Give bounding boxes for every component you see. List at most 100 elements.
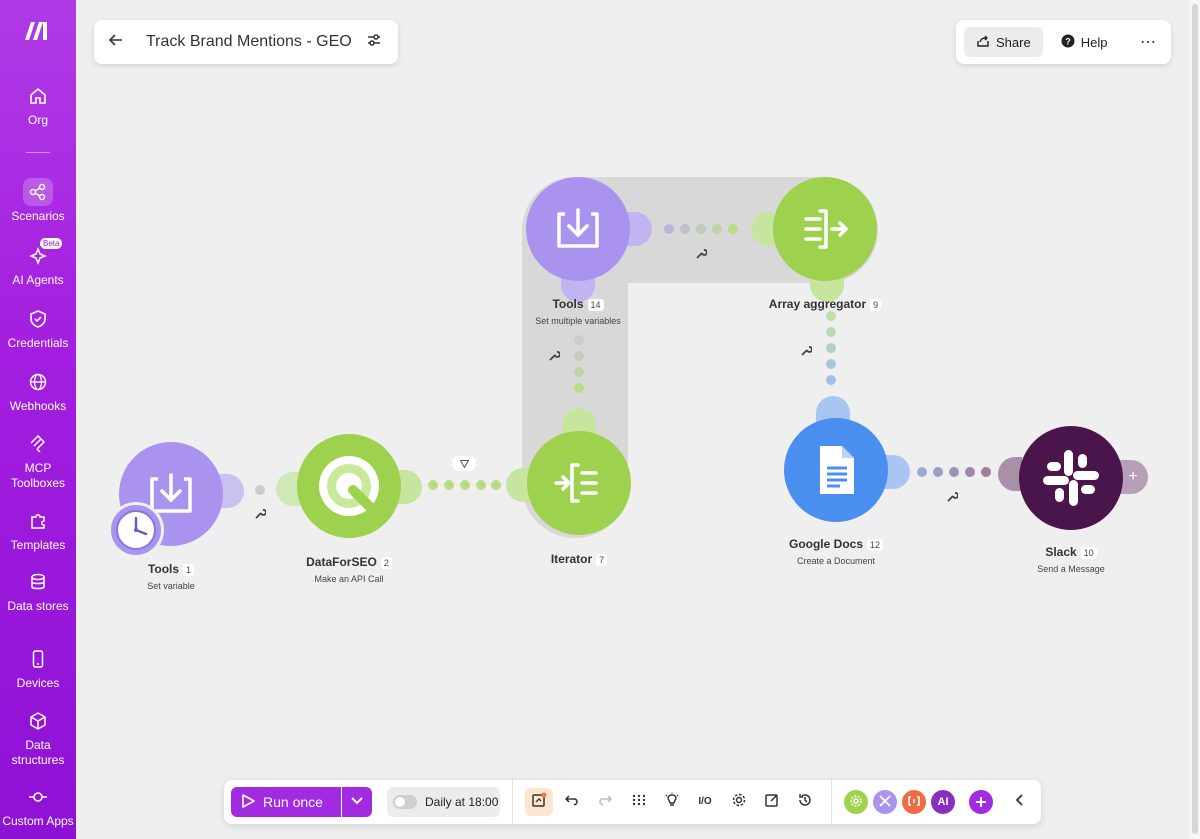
app-ai-button[interactable]: AI bbox=[931, 790, 955, 814]
google-docs-icon bbox=[820, 446, 854, 494]
module-google-docs[interactable] bbox=[784, 418, 888, 522]
module-number: 10 bbox=[1080, 547, 1097, 559]
history-icon bbox=[797, 792, 813, 813]
module-array-aggregator[interactable] bbox=[773, 177, 877, 281]
scenario-connections bbox=[522, 177, 878, 547]
app-tools-button[interactable] bbox=[844, 790, 868, 814]
run-once-button[interactable]: Run once bbox=[231, 787, 341, 817]
module-label: Slack 10 bbox=[1001, 545, 1141, 559]
chevron-left-icon bbox=[1014, 793, 1024, 812]
link-dot bbox=[574, 367, 584, 377]
io-icon: I/O bbox=[696, 793, 714, 812]
io-button[interactable]: I/O bbox=[691, 788, 719, 816]
app-flow-control-button[interactable] bbox=[873, 790, 897, 814]
module-sub: Set multiple variables bbox=[535, 316, 621, 326]
wrench-icon[interactable] bbox=[946, 490, 959, 508]
link-dot bbox=[460, 480, 470, 490]
slack-logo-icon bbox=[1043, 450, 1099, 506]
edit-notes-button[interactable] bbox=[758, 788, 786, 816]
share-icon bbox=[976, 34, 990, 51]
grid-dots-icon bbox=[631, 792, 647, 813]
run-options-dropdown[interactable] bbox=[342, 787, 372, 817]
bottom-toolbar: Run once Daily at 18:00 I/O AI bbox=[224, 780, 1041, 824]
module-sub: Send a Message bbox=[1037, 564, 1105, 574]
module-label: Array aggregator 9 bbox=[755, 297, 895, 311]
module-dataforseo[interactable] bbox=[297, 434, 401, 538]
history-button[interactable] bbox=[791, 788, 819, 816]
link-dot bbox=[664, 224, 674, 234]
help-button[interactable]: ? Help bbox=[1053, 27, 1116, 57]
module-number: 7 bbox=[596, 554, 608, 566]
app-text-parser-button[interactable] bbox=[902, 790, 926, 814]
module-sub: Make an API Call bbox=[314, 574, 384, 584]
link-dot bbox=[712, 224, 722, 234]
wrench-icon[interactable] bbox=[695, 247, 708, 265]
scenario-settings-button[interactable] bbox=[725, 788, 753, 816]
share-button[interactable]: Share bbox=[964, 27, 1043, 57]
link-dot bbox=[574, 335, 584, 345]
download-box-icon bbox=[557, 208, 599, 248]
chevron-down-icon bbox=[350, 793, 364, 811]
play-icon bbox=[241, 793, 255, 811]
link-dot bbox=[826, 343, 836, 353]
sliders-icon[interactable] bbox=[366, 32, 382, 53]
module-number: 12 bbox=[867, 539, 884, 551]
wrench-icon[interactable] bbox=[254, 507, 267, 525]
add-app-button[interactable] bbox=[969, 790, 993, 814]
link-dot bbox=[680, 224, 690, 234]
dataforseo-logo-icon bbox=[319, 456, 379, 516]
module-slack[interactable] bbox=[1019, 426, 1123, 530]
link-dot bbox=[826, 327, 836, 337]
collapse-toolbar-button[interactable] bbox=[1005, 788, 1033, 816]
redo-button[interactable] bbox=[591, 788, 619, 816]
link-dot bbox=[728, 224, 738, 234]
lightbulb-icon bbox=[664, 792, 680, 813]
module-label: Google Docs 12 bbox=[766, 537, 906, 551]
tools-cross-icon bbox=[878, 794, 892, 811]
brackets-icon bbox=[907, 794, 921, 811]
link-dot bbox=[444, 480, 454, 490]
scenario-title[interactable]: Track Brand Mentions - GEO bbox=[146, 33, 352, 51]
undo-icon bbox=[564, 792, 580, 813]
schedule-label: Daily at 18:00 bbox=[425, 795, 499, 809]
module-iterator[interactable] bbox=[527, 431, 631, 535]
auto-align-button[interactable] bbox=[625, 788, 653, 816]
link-dot bbox=[696, 224, 706, 234]
back-arrow-icon[interactable] bbox=[108, 32, 128, 53]
module-label: Tools 14 bbox=[508, 297, 648, 311]
module-tools-14[interactable] bbox=[526, 177, 630, 281]
filter-icon[interactable] bbox=[452, 456, 476, 471]
link-dot bbox=[574, 383, 584, 393]
schedule-toggle[interactable]: Daily at 18:00 bbox=[387, 787, 500, 817]
plus-icon bbox=[975, 792, 987, 813]
explain-flow-button[interactable] bbox=[658, 788, 686, 816]
more-options-icon[interactable]: ⋯ bbox=[1140, 32, 1157, 52]
link-dot bbox=[255, 485, 265, 495]
wrench-icon[interactable] bbox=[800, 344, 813, 362]
edit-icon bbox=[764, 792, 780, 813]
link-dot bbox=[949, 467, 959, 477]
wrench-icon[interactable] bbox=[548, 349, 561, 367]
undo-button[interactable] bbox=[558, 788, 586, 816]
link-dot bbox=[491, 480, 501, 490]
module-sub: Set variable bbox=[147, 581, 195, 591]
ai-label: AI bbox=[937, 796, 949, 808]
help-label: Help bbox=[1080, 34, 1108, 50]
gear-icon bbox=[731, 792, 747, 813]
notes-button[interactable] bbox=[525, 788, 553, 816]
aggregator-icon bbox=[804, 209, 848, 249]
link-dot bbox=[981, 467, 991, 477]
help-icon: ? bbox=[1061, 34, 1075, 51]
module-number: 14 bbox=[587, 299, 604, 311]
link-dot bbox=[965, 467, 975, 477]
link-dot bbox=[428, 480, 438, 490]
toggle-switch[interactable] bbox=[393, 795, 417, 809]
link-dot bbox=[826, 311, 836, 321]
run-once-label: Run once bbox=[263, 794, 323, 810]
share-label: Share bbox=[996, 34, 1031, 50]
module-label: Tools 1 bbox=[120, 562, 222, 576]
schedule-clock-icon[interactable] bbox=[108, 502, 164, 558]
top-right-actions: Share ? Help ⋯ bbox=[956, 20, 1171, 64]
module-number: 2 bbox=[380, 557, 392, 569]
iterator-icon bbox=[554, 463, 598, 503]
